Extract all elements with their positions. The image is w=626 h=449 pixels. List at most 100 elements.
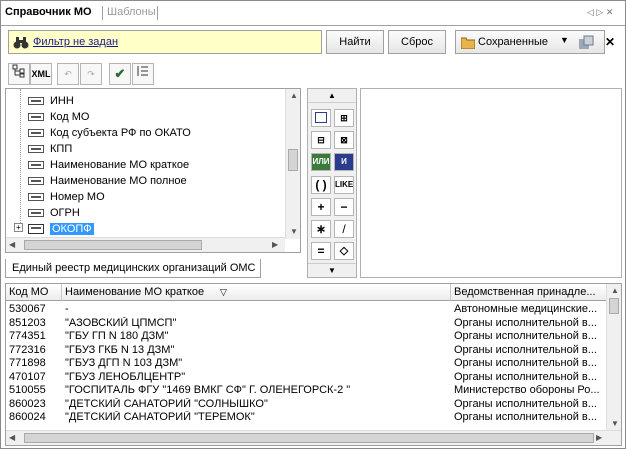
redo-icon[interactable]: ↷	[80, 63, 102, 85]
scroll-thumb[interactable]	[288, 149, 298, 171]
table-row[interactable]: 774351 "ГБУ ГП N 180 ДЗМ" Органы исполните…	[6, 330, 606, 343]
multiply-operator[interactable]: ∗	[311, 220, 331, 238]
tree-structure-icon[interactable]	[8, 63, 30, 85]
list-icon[interactable]	[132, 63, 154, 85]
equals-operator[interactable]: =	[311, 242, 331, 260]
check-icon[interactable]: ✔	[109, 63, 131, 85]
scroll-up-icon[interactable]: ▲	[611, 286, 619, 295]
fields-tree: ИНН Код МО Код субъекта РФ по ОКАТО КПП …	[5, 88, 301, 253]
table-row[interactable]: 771898 "ГБУЗ ДГП N 103 ДЗМ" Органы исполни…	[6, 357, 606, 370]
tree-item[interactable]: Код МО	[50, 109, 89, 125]
like-operator[interactable]: LIKE	[334, 176, 354, 194]
column-header-department[interactable]: Ведомственная принадле...	[451, 284, 606, 301]
scroll-left-icon[interactable]: ◀	[9, 240, 15, 249]
field-icon	[28, 145, 44, 153]
table-cell: Органы исполнительной в...	[454, 370, 597, 383]
scroll-right-icon[interactable]: ▶	[272, 240, 278, 249]
table-cell: Органы исполнительной в...	[454, 330, 597, 342]
table-cell: Автономные медицинские...	[454, 303, 598, 315]
scroll-up-icon[interactable]: ▲	[290, 91, 298, 100]
scroll-thumb[interactable]	[24, 433, 594, 443]
table-row[interactable]: 772316 "ГБУЗ ГКБ N 13 ДЗМ" Органы исполнит…	[6, 344, 606, 357]
column-header-code[interactable]: Код МО	[6, 284, 62, 301]
table-icon	[28, 224, 44, 234]
tree-item-selected[interactable]: ОКОПФ	[50, 221, 94, 237]
tree-item[interactable]: ИНН	[50, 93, 74, 109]
tree-horizontal-scrollbar[interactable]: ◀ ▶	[6, 237, 285, 252]
table-cell: 530067	[9, 303, 46, 315]
collapse-up-icon[interactable]: ▲	[308, 89, 356, 103]
and-operator[interactable]: И	[334, 153, 354, 171]
mo-grid: Код МО Наименование МО краткое ▽ Ведомств…	[5, 283, 622, 446]
table-cell: 772316	[9, 343, 46, 356]
folder-icon	[461, 37, 475, 49]
tree-item[interactable]: Наименование МО краткое	[50, 157, 189, 173]
tree-item[interactable]: Номер МО	[50, 189, 105, 205]
undo-icon[interactable]: ↶	[57, 63, 79, 85]
scroll-left-icon[interactable]: ◀	[9, 433, 15, 442]
condition-editor[interactable]	[360, 88, 622, 278]
find-button[interactable]: Найти	[326, 30, 384, 54]
insert-field-icon[interactable]: ⊞	[334, 109, 354, 127]
not-equal-operator[interactable]: ◇	[334, 242, 354, 260]
filter-box[interactable]: Фильтр не задан	[8, 30, 322, 54]
table-cell: "ГОСПИТАЛЬ ФГУ "1469 ВМКГ СФ" Г. ОЛЕНЕГО…	[65, 384, 351, 396]
filter-status-link[interactable]: Фильтр не задан	[33, 36, 118, 48]
table-cell: Министерство обороны Ро...	[454, 384, 600, 396]
table-cell: 771898	[9, 357, 46, 369]
scroll-thumb[interactable]	[609, 298, 619, 314]
divide-operator[interactable]: /	[334, 220, 354, 238]
tab-bar: Справочник МО Шаблоны ◁ ▷ ✕	[1, 1, 625, 26]
scroll-right-icon[interactable]: ▶	[596, 433, 602, 442]
collapse-down-icon[interactable]: ▼	[308, 263, 356, 277]
table-row[interactable]: 851203 "АЗОВСКИЙ ЦПМСП" Органы исполнитель…	[6, 317, 606, 330]
scroll-thumb[interactable]	[24, 240, 202, 250]
scroll-down-icon[interactable]: ▼	[611, 419, 619, 428]
table-row[interactable]: 860023 "ДЕТСКИЙ САНАТОРИЙ "СОЛНЫШКО" Орган…	[6, 398, 606, 411]
minus-operator[interactable]: −	[334, 198, 354, 216]
tab-mo-reference[interactable]: Справочник МО	[5, 6, 92, 18]
xml-icon[interactable]: XML	[30, 63, 52, 85]
tree-vertical-scrollbar[interactable]: ▲ ▼	[285, 89, 300, 239]
chevron-down-icon[interactable]: ▼	[560, 35, 569, 45]
grid-vertical-scrollbar[interactable]: ▲ ▼	[606, 284, 621, 432]
field-icon	[28, 193, 44, 201]
table-row[interactable]: 530067 - Автономные медицинские...	[6, 303, 606, 316]
grid-header: Код МО Наименование МО краткое ▽ Ведомств…	[6, 284, 606, 301]
binoculars-icon	[13, 37, 29, 49]
table-cell: Органы исполнительной в...	[454, 411, 597, 423]
empty-condition-icon[interactable]	[311, 109, 331, 127]
scroll-down-icon[interactable]: ▼	[290, 227, 298, 236]
field-icon	[28, 129, 44, 137]
tab-divider	[102, 6, 103, 20]
filter-toolbar: Фильтр не задан Найти Сброс Сохраненные …	[4, 30, 622, 56]
close-icon[interactable]: ✕	[605, 35, 615, 49]
table-row[interactable]: 510055 "ГОСПИТАЛЬ ФГУ "1469 ВМКГ СФ" Г. О…	[6, 384, 606, 397]
table-cell: "ГБУЗ ЛЕНОБЛЦЕНТР"	[65, 370, 186, 383]
table-cell: 860024	[9, 411, 46, 423]
field-icon	[28, 209, 44, 217]
table-row[interactable]: 470107 "ГБУЗ ЛЕНОБЛЦЕНТР" Органы исполните…	[6, 371, 606, 384]
table-row[interactable]: 860024 "ДЕТСКИЙ САНАТОРИЙ "ТЕРЕМОК" Органы…	[6, 411, 606, 424]
column-header-short-name[interactable]: Наименование МО краткое ▽	[62, 284, 451, 301]
expand-icon[interactable]: +	[14, 223, 23, 232]
plus-operator[interactable]: +	[311, 198, 331, 216]
table-cell: 470107	[9, 370, 46, 383]
saved-filters-dropdown[interactable]: Сохраненные ▼	[455, 30, 605, 54]
field-to-left-icon[interactable]: ⊟	[311, 131, 331, 149]
tab-templates[interactable]: Шаблоны	[107, 6, 156, 18]
or-operator[interactable]: ИЛИ	[311, 153, 331, 171]
field-params-icon[interactable]: ⊠	[334, 131, 354, 149]
tab-unified-registry[interactable]: Единый реестр медицинских организаций ОМ…	[5, 259, 261, 278]
tree-item[interactable]: КПП	[50, 141, 72, 157]
save-filter-icon[interactable]	[578, 35, 594, 50]
field-icon	[28, 177, 44, 185]
tree-item[interactable]: Код субъекта РФ по ОКАТО	[50, 125, 191, 141]
table-cell: "ГБУЗ ГКБ N 13 ДЗМ"	[65, 343, 175, 356]
parentheses-operator[interactable]: ( )	[311, 176, 331, 194]
grid-horizontal-scrollbar[interactable]: ◀ ▶	[6, 430, 621, 445]
tree-item[interactable]: ОГРН	[50, 205, 80, 221]
tab-nav-icons[interactable]: ◁ ▷ ✕	[587, 7, 613, 18]
reset-button[interactable]: Сброс	[388, 30, 446, 54]
tree-item[interactable]: Наименование МО полное	[50, 173, 187, 189]
